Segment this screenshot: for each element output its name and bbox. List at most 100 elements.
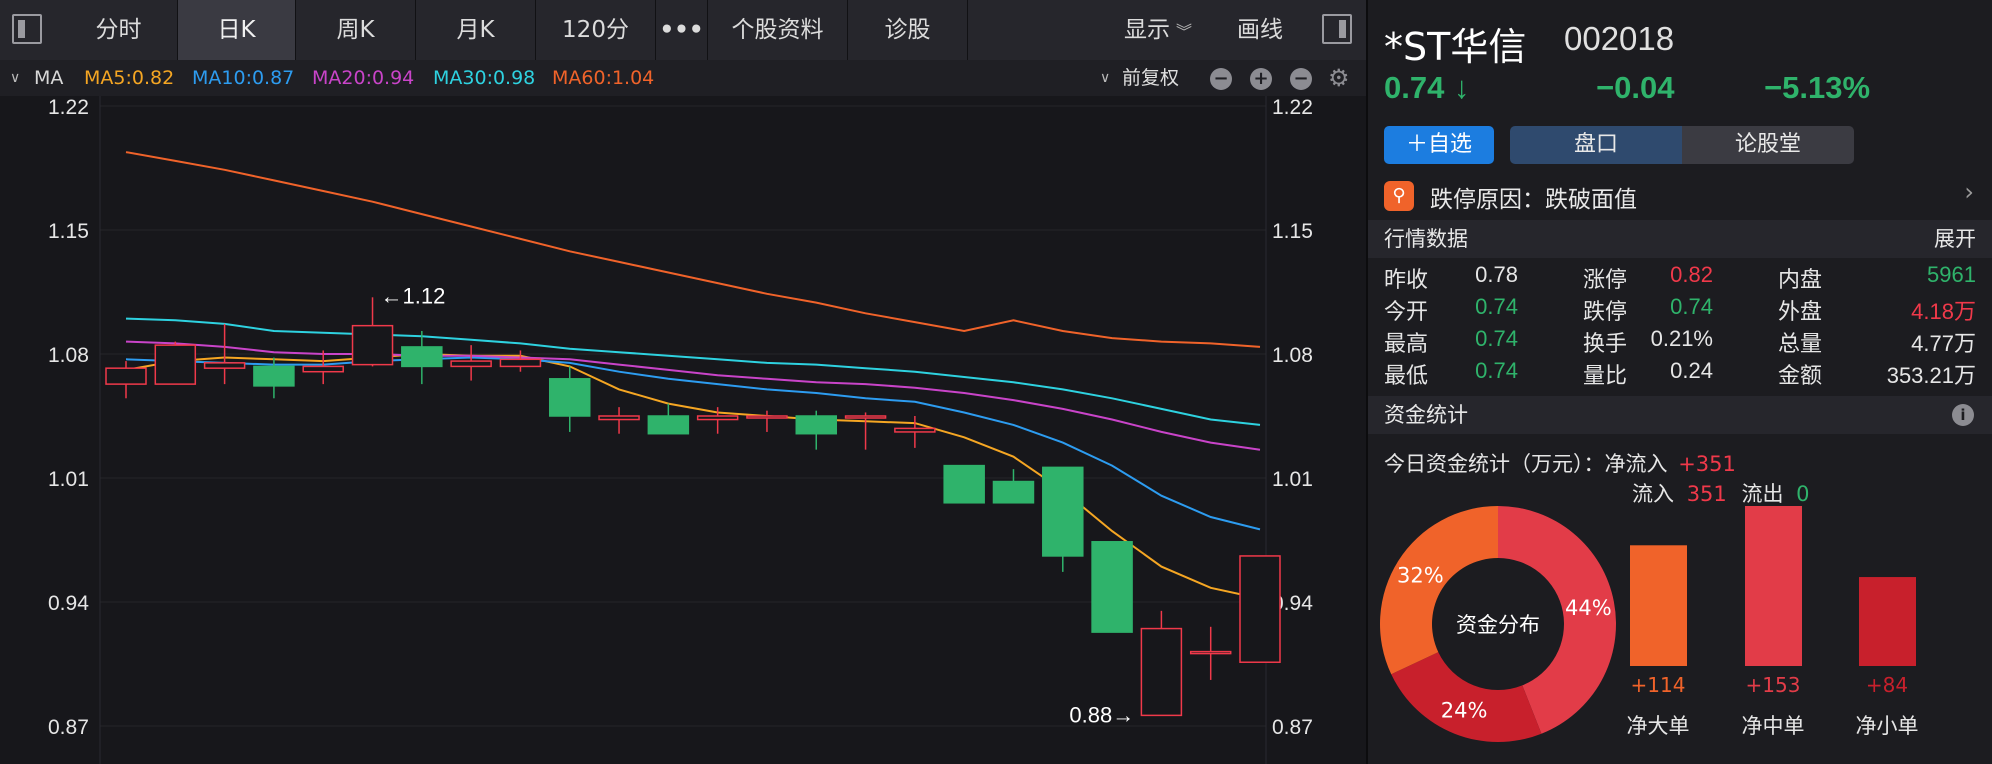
candle-body[interactable] [894,427,936,433]
adjust-mode[interactable]: 前复权 [1122,60,1179,96]
candle-body[interactable] [1239,555,1281,663]
y-tick-left: 1.01 [48,468,89,491]
quote-value: 0.74 [1670,294,1713,319]
quote-label: 涨停 [1583,267,1628,292]
info-icon[interactable]: i [1952,404,1974,426]
candlestick-chart[interactable]: 1.22 1.221.15 1.151.08 1.081.01 1.010.94 0.94… [0,96,1366,764]
ma60-legend: MA60:1.04 [552,67,655,89]
inflow-value: 351 [1686,482,1727,506]
quote-value: 5961 [1927,262,1976,287]
donut-pct-label: 44% [1565,596,1612,620]
candle-body[interactable] [203,362,246,369]
collapse-right-icon[interactable] [1322,14,1352,44]
candle-body[interactable] [302,365,344,373]
net-inflow-value: +351 [1678,452,1736,476]
fund-bar-name: 净大单 [1627,714,1690,738]
y-tick-left: 0.87 [48,716,89,739]
fund-title: 资金统计 [1384,403,1468,427]
tab-forum[interactable]: 论股堂 [1682,126,1854,164]
tab-120min[interactable]: 120分 [536,0,656,60]
tab-monthly-k[interactable]: 月K [416,0,536,60]
candle-body[interactable] [647,415,690,435]
outflow-label: 流出 [1741,482,1784,506]
candle-body[interactable] [548,378,591,417]
expand-link[interactable]: 展开 [1934,220,1976,258]
high-annotation: ←1.12 [381,283,446,308]
quotes-header: 行情数据 展开 [1368,220,1992,258]
minus-icon[interactable]: − [1290,68,1312,90]
tab-pankou[interactable]: 盘口 [1510,126,1682,164]
candle-body[interactable] [746,415,788,419]
candle-body[interactable] [1189,650,1232,655]
tab-daily-k[interactable]: 日K [178,0,296,60]
candle-body[interactable] [844,415,887,419]
adjust-chevron-icon[interactable]: ∨ [1100,60,1110,96]
quote-value: 0.21% [1650,326,1713,351]
candle-body[interactable] [450,360,492,368]
ma-line-ma10 [125,356,1261,531]
candle-body[interactable] [154,344,197,385]
y-tick-left: 0.94 [48,592,89,615]
ma5-legend: MA5:0.82 [84,67,175,89]
quote-value: 0.82 [1670,262,1713,287]
chevron-down-icon: ︾ [1175,22,1192,41]
candle-body[interactable] [1091,541,1133,633]
chevron-down-icon[interactable]: ∨ [10,60,20,96]
y-tick-right: 1.22 [1272,96,1313,119]
candle-body[interactable] [401,346,443,368]
limit-down-reason-row[interactable]: ⚲ 跌停原因：跌破面值 › [1368,176,1992,216]
display-menu[interactable]: 显示 ︾ [1112,0,1204,60]
collapse-left-icon[interactable] [12,14,42,44]
candle-body[interactable] [598,415,640,421]
price-change-pct: −5.13% [1764,70,1871,105]
candle-body[interactable] [1042,466,1084,557]
quote-label: 换手 [1583,331,1628,356]
ma10-legend: MA10:0.87 [192,67,295,89]
add-watchlist-button[interactable]: ＋自选 [1384,126,1494,164]
candle-body[interactable] [696,415,739,421]
candle-body[interactable] [499,358,542,368]
candle-body[interactable] [992,480,1035,504]
draw-line-button[interactable]: 画线 [1218,0,1302,60]
quote-value: 0.74 [1475,294,1518,319]
more-tabs-button[interactable]: ••• [656,0,708,60]
candle-body[interactable] [943,464,985,504]
price-change: −0.04 [1596,70,1675,105]
zoom-in-icon[interactable]: + [1250,68,1272,90]
y-tick-left: 1.15 [48,220,89,243]
zoom-out-icon[interactable]: − [1210,68,1232,90]
donut-slice [1380,506,1498,675]
outflow-value: 0 [1796,482,1810,506]
tab-weekly-k[interactable]: 周K [296,0,416,60]
y-tick-right: 1.08 [1272,344,1313,367]
flow-summary: 流入 351 流出 0 [1632,478,1810,508]
tab-timeshare[interactable]: 分时 [60,0,178,60]
display-label: 显示 [1123,17,1170,43]
candle-body[interactable] [105,367,147,385]
fund-distribution-chart: 44% 24% 32% 资金分布 +114 净大单 +153 净中单 +84 净小单 [1380,506,1919,742]
ma30-legend: MA30:0.98 [433,67,536,89]
fund-bar-name: 净小单 [1856,714,1919,738]
candle-body[interactable] [351,324,394,366]
tab-stock-profile[interactable]: 个股资料 [708,0,848,60]
tab-diagnose[interactable]: 诊股 [848,0,968,60]
ma-label: MA [34,67,64,89]
y-tick-left: 1.22 [48,96,89,119]
current-price: 0.74 [1384,70,1445,105]
ma-line-ma60 [125,151,1261,348]
stock-code: 002018 [1564,20,1675,57]
limit-reason-text: 跌停原因：跌破面值 [1430,187,1637,213]
fund-bar-value: +84 [1866,673,1908,697]
candle-body[interactable] [795,415,838,435]
donut-pct-label: 32% [1397,564,1444,588]
quote-label: 总量 [1778,331,1823,356]
candle-body[interactable] [1140,627,1183,717]
settings-gear-icon[interactable]: ⚙ [1328,60,1350,96]
quote-value: 4.77万 [1911,331,1976,356]
ma-legend-bar: ∨ MA MA5:0.82 MA10:0.87 MA20:0.94 MA30:0… [0,60,1366,96]
quote-label: 金额 [1778,363,1823,388]
quote-value: 0.78 [1475,262,1518,287]
candle-body[interactable] [253,365,295,387]
chart-tabbar: 分时 日K 周K 月K 120分 ••• 个股资料 诊股 显示 ︾ 画线 [0,0,1366,61]
fund-bar [1745,506,1802,666]
